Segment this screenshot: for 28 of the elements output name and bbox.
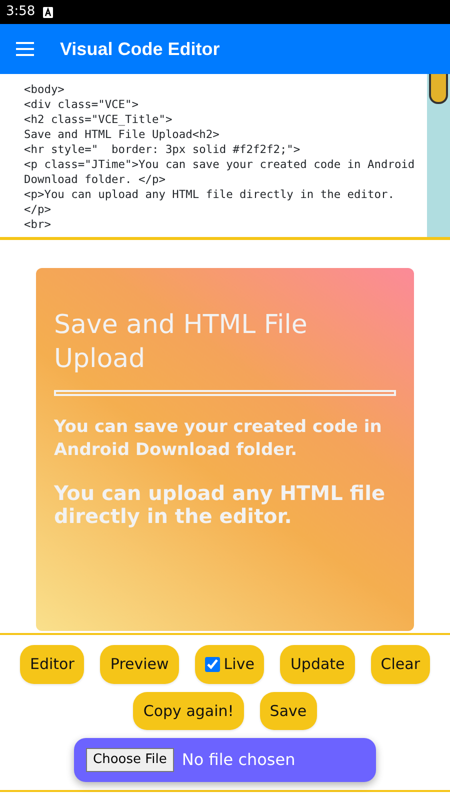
scrollbar-track[interactable] (427, 74, 450, 237)
code-line: <body> (24, 82, 66, 97)
code-line: <br> (24, 217, 52, 232)
live-checkbox[interactable] (204, 656, 220, 672)
code-line: <h2 class="VCE_Title"> (24, 112, 174, 127)
choose-file-button[interactable]: Choose File (86, 748, 174, 772)
preview-title: Save and HTML File Upload (54, 309, 308, 376)
toolbar-button[interactable]: Preview (100, 645, 179, 684)
code-line: <hr style=" border: 3px solid #f2f2f2;"> (24, 142, 302, 157)
toolbar-button[interactable]: Editor (20, 645, 84, 684)
toolbar-button[interactable]: Update (280, 645, 355, 684)
toolbar-button[interactable]: Save (260, 692, 317, 730)
code-line: <div class="VCE"> (24, 97, 140, 112)
code-line: <p class="JTime">You can save your created code in Android Download folder. </p> (24, 157, 416, 187)
code-line: <p>You can upload any HTML file directly in the editor. </p> (24, 187, 396, 217)
preview-paragraph: You can upload any HTML file directly in the editor. (54, 482, 386, 528)
menu-icon[interactable] (16, 42, 34, 56)
code-line: Save and HTML File Upload<h2> (24, 127, 220, 142)
toolbar-button[interactable]: Copy again! (133, 692, 244, 730)
preview-paragraph: You can save your created code in Android Download folder. (54, 416, 383, 462)
live-toggle[interactable]: Live (194, 645, 264, 684)
notification-icon (43, 6, 54, 18)
status-time: 3:58 (6, 3, 36, 22)
scrollbar-thumb[interactable] (429, 74, 448, 104)
file-upload-field[interactable]: Choose File No file chosen (74, 738, 376, 782)
toolbar-button[interactable]: Clear (370, 645, 430, 684)
app-title: Visual Code Editor (60, 38, 220, 60)
file-status: No file chosen (182, 749, 296, 771)
